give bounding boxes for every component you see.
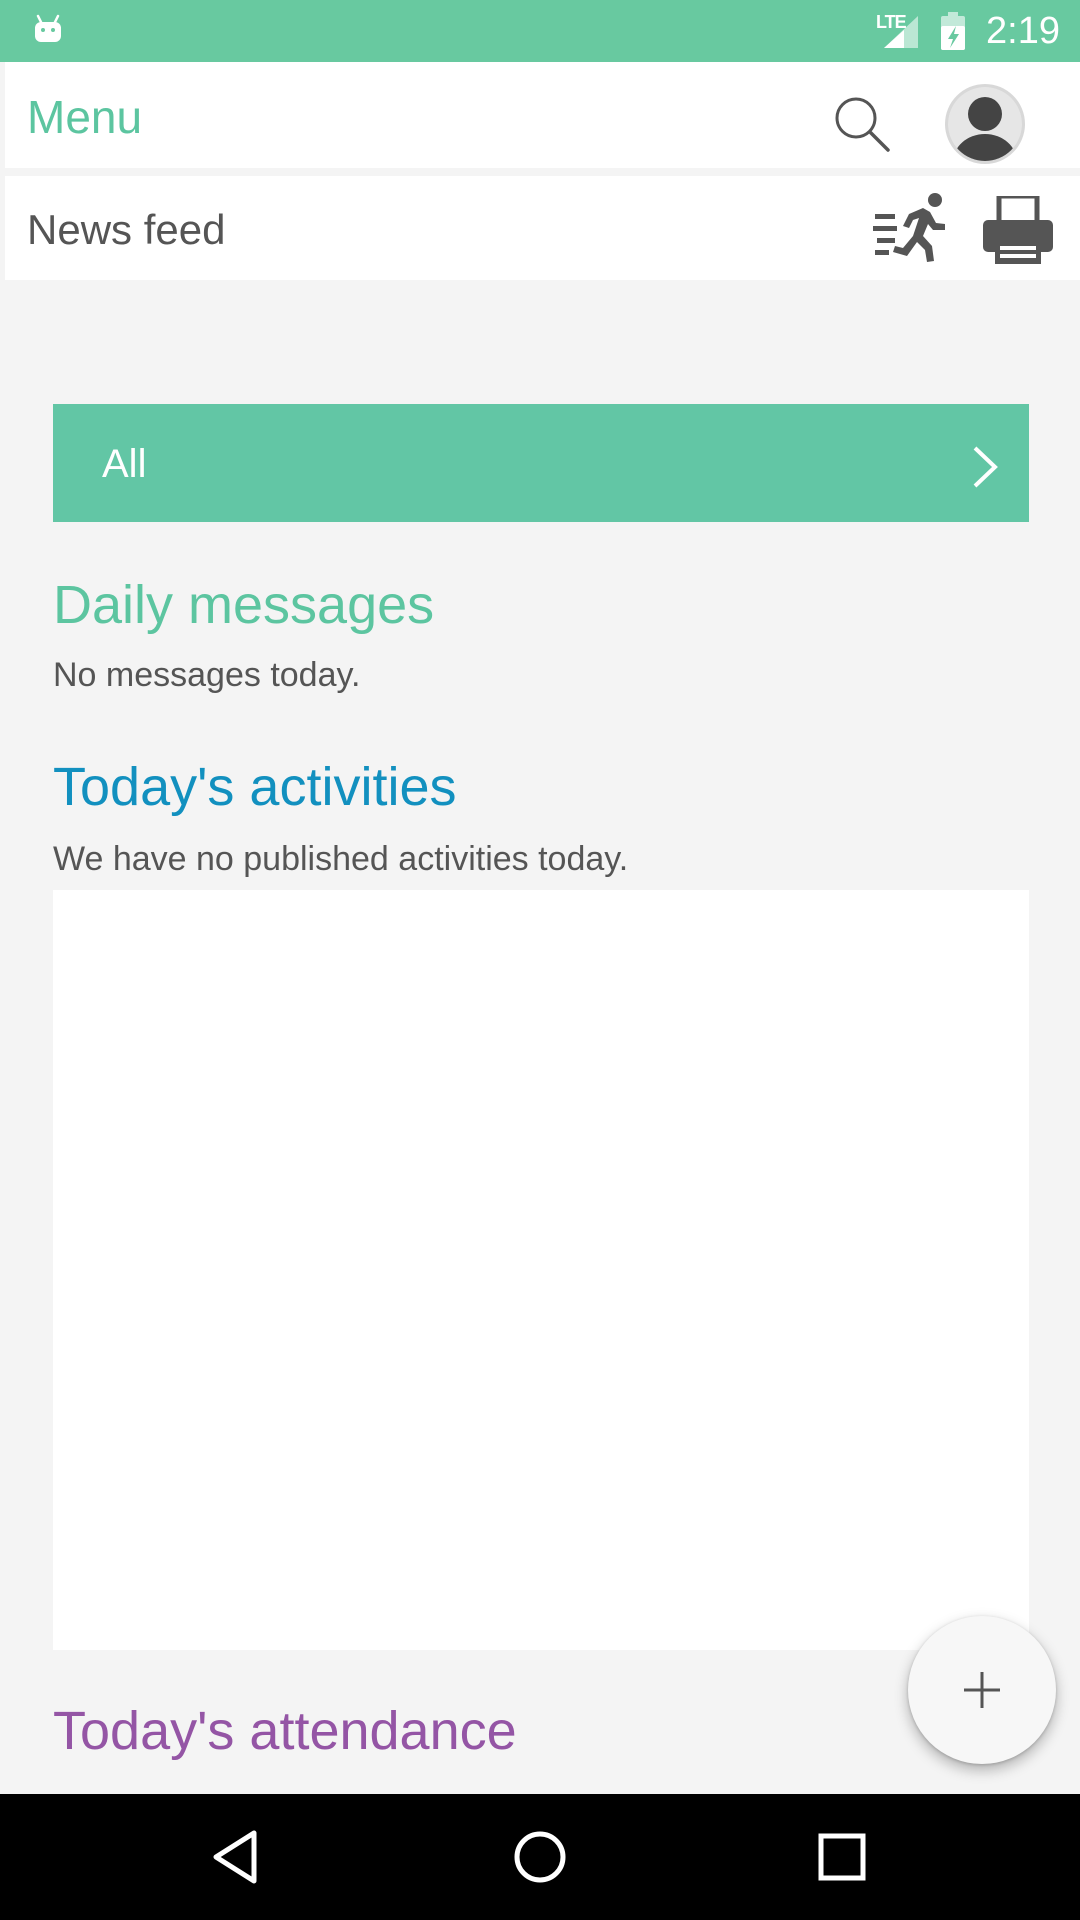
app-header: Menu (5, 62, 1080, 168)
chevron-right-icon (973, 446, 998, 488)
activities-panel (53, 890, 1029, 1650)
filter-selector[interactable]: All (53, 404, 1029, 522)
status-bar: LTE 2:19 (0, 0, 1080, 62)
signal-icon (884, 16, 918, 48)
plus-icon (964, 1672, 1000, 1708)
back-icon[interactable] (206, 1827, 266, 1887)
attendance-title: Today's attendance (53, 1701, 517, 1761)
app-screen: LTE 2:19 Menu News feed All Daily messag… (0, 0, 1080, 1920)
avatar-icon[interactable] (945, 84, 1025, 164)
daily-messages-text: No messages today. (53, 656, 361, 694)
status-clock: 2:19 (986, 10, 1060, 52)
search-icon[interactable] (832, 94, 892, 154)
navigation-bar (0, 1794, 1080, 1920)
printer-icon[interactable] (983, 196, 1053, 264)
add-button[interactable] (908, 1616, 1056, 1764)
menu-button[interactable]: Menu (27, 90, 142, 144)
daily-messages-title: Daily messages (53, 575, 435, 635)
home-icon[interactable] (510, 1827, 570, 1887)
battery-icon (941, 12, 965, 50)
filter-label: All (102, 442, 147, 486)
runner-icon[interactable] (873, 192, 951, 264)
news-feed-title: News feed (27, 206, 226, 253)
android-icon (35, 14, 61, 42)
recents-icon[interactable] (812, 1827, 872, 1887)
activities-title: Today's activities (53, 757, 457, 817)
section-header: News feed (5, 176, 1080, 280)
activities-text: We have no published activities today. (53, 840, 629, 878)
